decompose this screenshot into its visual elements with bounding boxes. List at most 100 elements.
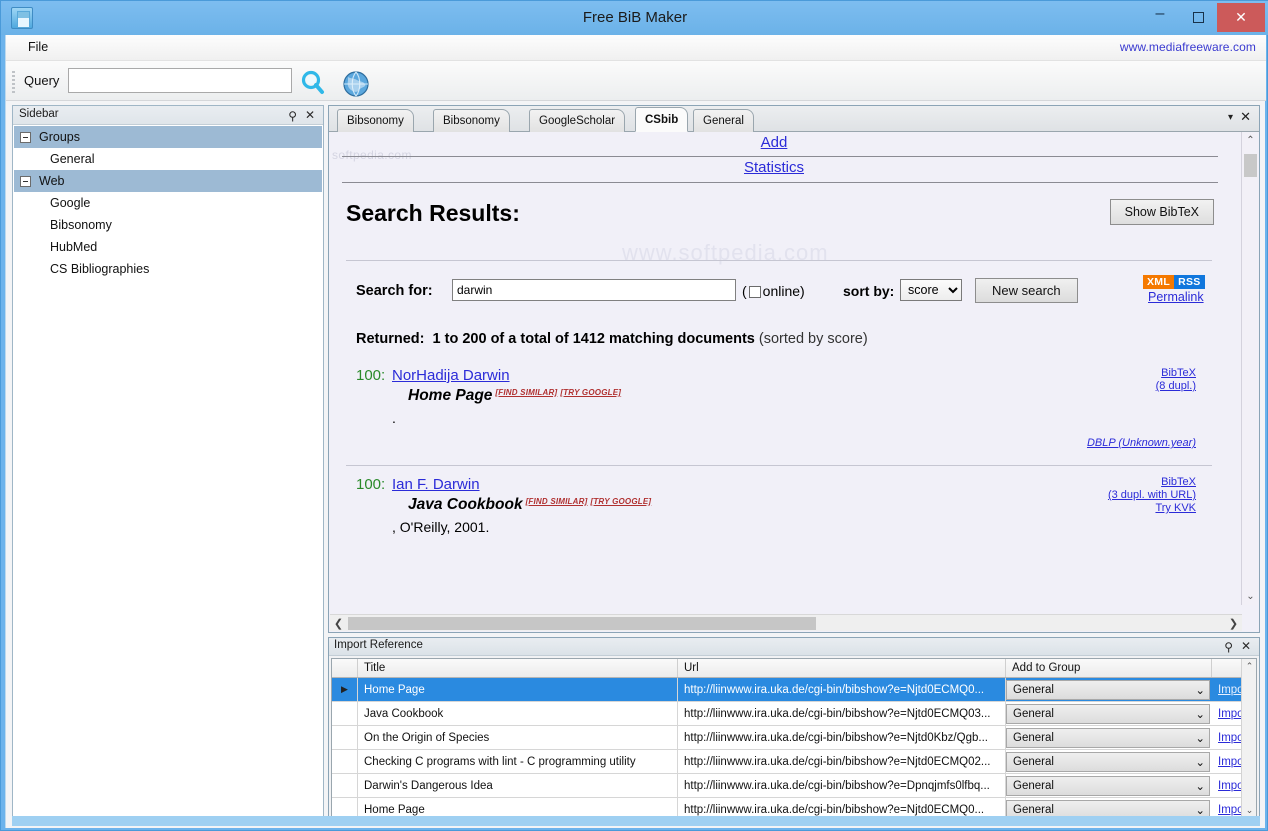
maximize-button[interactable] (1179, 3, 1217, 32)
table-row[interactable]: Checking C programs with lint - C progra… (332, 750, 1256, 774)
tab-bibsonomy-2[interactable]: Bibsonomy (433, 109, 510, 132)
result-meta: . (392, 410, 396, 426)
tab-csbib[interactable]: CSbib (635, 107, 689, 132)
divider (346, 465, 1212, 466)
tab-general[interactable]: General (693, 109, 754, 132)
group-select[interactable]: General ⌄ (1006, 726, 1212, 749)
minimize-icon: – (1155, 4, 1165, 22)
row-marker-icon: ▶ (341, 684, 348, 694)
online-label: online) (762, 283, 805, 299)
minimize-button[interactable]: – (1141, 3, 1179, 32)
collapse-icon[interactable] (20, 131, 31, 143)
toolbar-grip[interactable] (12, 71, 15, 93)
close-tab-icon[interactable]: ✕ (1240, 109, 1251, 125)
menu-item-file[interactable]: File (28, 40, 48, 54)
close-button[interactable]: ✕ (1217, 3, 1265, 32)
new-search-button[interactable]: New search (975, 278, 1078, 303)
find-similar-link[interactable]: [FIND SIMILAR] (526, 497, 588, 506)
tab-label: CSbib (645, 113, 679, 126)
bibtex-link[interactable]: BibTeX (1161, 476, 1196, 488)
xml-badge[interactable]: XML (1143, 275, 1175, 289)
scrollbar-thumb[interactable] (1244, 154, 1257, 177)
group-value: General (1013, 731, 1054, 744)
result-author-link[interactable]: Ian F. Darwin (392, 476, 480, 493)
returned-label: Returned: (356, 331, 425, 347)
import-table-scrollbar[interactable]: ⌃ ⌄ (1241, 659, 1256, 818)
bibtex-link[interactable]: BibTeX (1161, 367, 1196, 379)
sidebar-item-groups[interactable]: Groups (14, 126, 322, 148)
search-input[interactable] (68, 68, 292, 93)
tab-strip: Bibsonomy Bibsonomy GoogleScholar CSbib … (329, 106, 1259, 132)
returned-summary: Returned: 1 to 200 of a total of 1412 ma… (356, 331, 868, 347)
group-value: General (1013, 755, 1054, 768)
add-link[interactable]: Add (761, 134, 788, 151)
pin-icon[interactable]: ⚲ (1224, 640, 1233, 654)
collapse-icon[interactable] (20, 175, 31, 187)
chevron-down-icon[interactable]: ▾ (1228, 112, 1233, 123)
group-select[interactable]: General ⌄ (1006, 678, 1212, 701)
chevron-down-icon: ⌄ (1195, 732, 1205, 745)
duplicates-link[interactable]: (3 dupl. with URL) (1108, 489, 1196, 501)
find-similar-link[interactable]: [FIND SIMILAR] (495, 388, 557, 397)
sidebar-item-cs-bibliographies[interactable]: CS Bibliographies (14, 258, 322, 280)
result-title-text: Java Cookbook (408, 496, 523, 513)
result-author-link[interactable]: NorHadija Darwin (392, 367, 510, 384)
divider (346, 260, 1212, 261)
import-panel-close-icon[interactable]: ✕ (1241, 639, 1251, 653)
column-header-url[interactable]: Url (678, 659, 1006, 677)
table-row[interactable]: Darwin's Dangerous Idea http://liinwww.i… (332, 774, 1256, 798)
scrollbar-thumb[interactable] (348, 617, 816, 630)
sidebar-item-label: HubMed (50, 240, 98, 254)
window-title: Free BiB Maker (582, 9, 688, 26)
scroll-down-icon[interactable]: ⌄ (1242, 588, 1259, 605)
sidebar-item-google[interactable]: Google (14, 192, 322, 214)
search-icon[interactable] (298, 69, 328, 97)
duplicates-link[interactable]: (8 dupl.) (1156, 380, 1196, 392)
column-header-group[interactable]: Add to Group (1006, 659, 1212, 677)
sidebar-item-bibsonomy[interactable]: Bibsonomy (14, 214, 322, 236)
sort-by-label: sort by: (843, 283, 895, 299)
online-checkbox[interactable] (748, 286, 761, 298)
sidebar-close-icon[interactable]: ✕ (305, 108, 315, 122)
search-for-input[interactable] (452, 279, 736, 301)
sidebar-item-label: Google (50, 196, 91, 210)
results-vertical-scrollbar[interactable]: ⌃ ⌄ (1241, 132, 1258, 605)
try-google-link[interactable]: [TRY GOOGLE] (590, 497, 651, 506)
scroll-right-icon[interactable]: ❯ (1225, 615, 1242, 632)
show-bibtex-button[interactable]: Show BibTeX (1109, 199, 1214, 225)
group-select[interactable]: General ⌄ (1006, 702, 1212, 725)
sidebar-item-general[interactable]: General (14, 148, 322, 170)
permalink-link[interactable]: Permalink (1148, 290, 1204, 304)
sidebar-item-label: Web (39, 174, 65, 188)
group-select[interactable]: General ⌄ (1006, 750, 1212, 773)
site-link[interactable]: www.mediafreeware.com (1120, 40, 1256, 54)
cell-url: http://liinwww.ira.uka.de/cgi-bin/bibsho… (678, 726, 1006, 749)
scroll-left-icon[interactable]: ❮ (330, 615, 347, 632)
table-row[interactable]: ▶ Home Page http://liinwww.ira.uka.de/cg… (332, 678, 1256, 702)
scroll-up-icon[interactable]: ⌃ (1242, 132, 1259, 149)
results-horizontal-scrollbar[interactable]: ❮ ❯ (330, 614, 1242, 631)
rss-badge[interactable]: RSS (1174, 275, 1205, 289)
sidebar-item-hubmed[interactable]: HubMed (14, 236, 322, 258)
pin-icon[interactable]: ⚲ (288, 109, 297, 123)
column-header-select (332, 659, 358, 677)
source-link[interactable]: DBLP (Unknown.year) (1087, 437, 1196, 449)
result-links: BibTeX (8 dupl.) (1156, 367, 1196, 393)
table-row[interactable]: Java Cookbook http://liinwww.ira.uka.de/… (332, 702, 1256, 726)
statistics-link[interactable]: Statistics (744, 159, 804, 176)
try-kvk-link[interactable]: Try KVK (1155, 502, 1196, 514)
sidebar-item-web[interactable]: Web (14, 170, 322, 192)
table-row[interactable]: On the Origin of Species http://liinwww.… (332, 726, 1256, 750)
result-score: 100: (356, 367, 386, 384)
group-select[interactable]: General ⌄ (1006, 774, 1212, 797)
query-label: Query (24, 73, 60, 88)
tab-bibsonomy-1[interactable]: Bibsonomy (337, 109, 414, 132)
sort-by-select[interactable]: score (900, 279, 962, 301)
tab-googlescholar[interactable]: GoogleScholar (529, 109, 626, 132)
scroll-up-icon[interactable]: ⌃ (1242, 659, 1256, 674)
try-google-link[interactable]: [TRY GOOGLE] (560, 388, 621, 397)
chevron-down-icon: ⌄ (1195, 756, 1205, 769)
column-header-title[interactable]: Title (358, 659, 678, 677)
globe-icon[interactable] (340, 69, 372, 99)
group-value: General (1013, 803, 1054, 816)
